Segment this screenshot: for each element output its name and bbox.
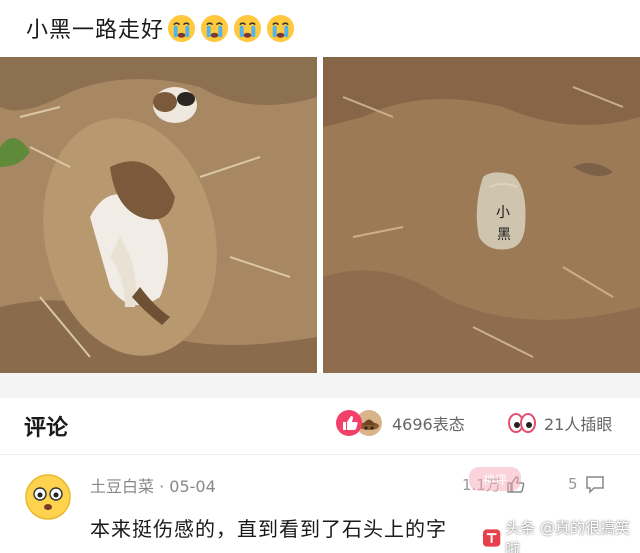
eyes-icon	[508, 413, 536, 433]
sad-face-icon	[266, 14, 295, 42]
comment-item: 土豆白菜 · 05-04 1.1万 5 神评 本来挺伤感的，直到看到了石头上的字…	[0, 455, 640, 553]
like-icon	[336, 410, 362, 436]
dog-grave-photo[interactable]	[0, 57, 317, 373]
post-header: 小黑一路走好	[0, 0, 640, 56]
grave-stone-illustration: 小 黑	[323, 57, 640, 373]
comment-reply-count: 5	[568, 475, 578, 493]
post-title: 小黑一路走好	[26, 18, 165, 43]
sad-face-icon	[167, 14, 196, 42]
watermark-text: 头条 @真的很搞笑啦	[505, 519, 631, 553]
post-photos: 小 黑	[0, 57, 640, 373]
emoji-row	[166, 13, 296, 44]
sad-face-icon	[233, 14, 262, 42]
watermark: 头条 @真的很搞笑啦	[482, 517, 640, 553]
dog-grave-illustration	[0, 57, 317, 373]
comment-username[interactable]: 土豆白菜 · 05-04	[90, 473, 216, 497]
reaction-count: 4696表态	[392, 415, 465, 434]
stone-text: 黑	[497, 227, 511, 243]
comments-header: 评论 4696表态 21人插眼	[0, 398, 640, 454]
svg-text:神评: 神评	[483, 473, 507, 487]
overlay-stamp: 神评	[469, 467, 521, 491]
grave-stone-photo[interactable]: 小 黑	[323, 57, 640, 373]
sad-face-icon	[200, 14, 229, 42]
insert-count: 21人插眼	[544, 415, 613, 434]
reply-icon	[585, 476, 604, 494]
inserts-summary[interactable]: 21人插眼	[508, 410, 612, 436]
comment-reply-button[interactable]: 5	[568, 473, 606, 495]
reactions-summary[interactable]: 4696表态	[336, 410, 465, 436]
avatar[interactable]	[24, 473, 72, 521]
comment-text: 本来挺伤感的，直到看到了石头上的字	[90, 517, 447, 541]
stone-text: 小	[496, 205, 510, 221]
watermark-logo-icon	[482, 529, 501, 547]
comments-title: 评论	[24, 416, 69, 441]
section-divider	[0, 373, 640, 398]
